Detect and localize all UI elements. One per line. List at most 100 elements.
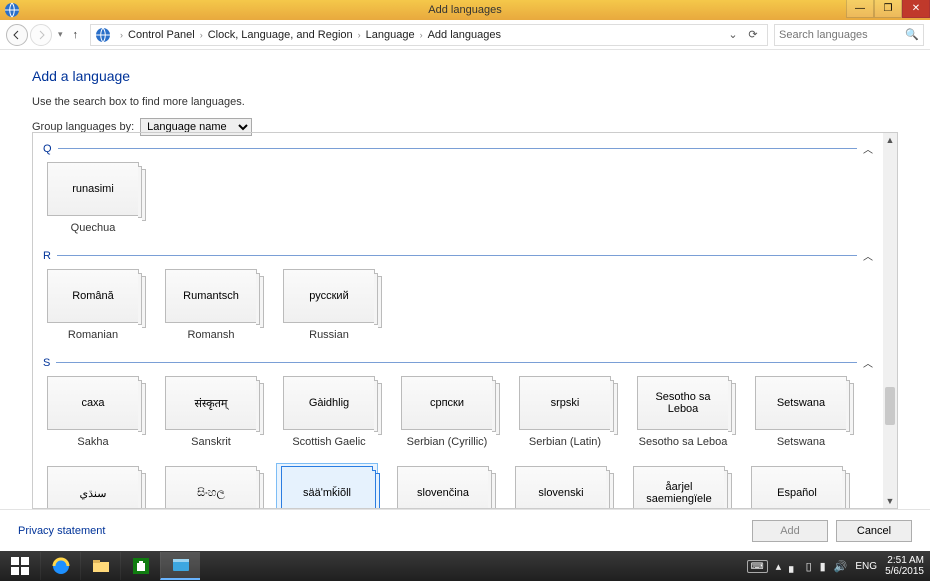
language-english: Scottish Gaelic xyxy=(292,436,365,448)
language-tile[interactable]: runasimi Quechua xyxy=(43,162,143,234)
language-tile[interactable]: Sesotho sa Leboa Sesotho sa Leboa xyxy=(633,376,733,448)
language-native: سنڌي xyxy=(47,466,139,509)
forward-button[interactable] xyxy=(30,24,52,46)
language-native: русский xyxy=(283,269,375,323)
up-button[interactable]: ↑ xyxy=(71,29,81,41)
refresh-button[interactable]: ⟳ xyxy=(743,28,763,41)
system-tray[interactable]: ⌨ ▴ ▖ ▯ ▮ 🔊 ENG 2:51 AM 5/6/2015 xyxy=(747,555,930,577)
language-tile[interactable]: sääʹmǩiõllSkolt Sami xyxy=(277,464,377,509)
language-native: српски xyxy=(401,376,493,430)
language-native: संस्कृतम् xyxy=(165,376,257,430)
recent-dropdown-icon[interactable]: ▾ xyxy=(58,29,63,40)
section-header[interactable]: R︿ xyxy=(43,248,873,263)
crumb-control-panel[interactable]: Control Panel xyxy=(128,29,195,41)
language-tile[interactable]: српски Serbian (Cyrillic) xyxy=(397,376,497,448)
section-letter: R xyxy=(43,250,51,262)
language-native: slovenčina xyxy=(397,466,489,509)
language-native: sääʹmǩiõll xyxy=(281,466,373,509)
language-tile[interactable]: Gàidhlig Scottish Gaelic xyxy=(279,376,379,448)
page-title: Add a language xyxy=(32,68,898,84)
tray-up-icon[interactable]: ▴ xyxy=(776,560,782,573)
osk-icon[interactable]: ⌨ xyxy=(747,560,768,573)
crumb-region[interactable]: Clock, Language, and Region xyxy=(208,29,353,41)
taskbar-store[interactable] xyxy=(120,552,160,580)
language-tile[interactable]: slovenskiSlovenian xyxy=(511,466,611,509)
window-titlebar: Add languages — ❐ ✕ xyxy=(0,0,930,20)
language-english: Quechua xyxy=(71,222,116,234)
language-tile[interactable]: Română Romanian xyxy=(43,269,143,341)
section-header[interactable]: Q︿ xyxy=(43,141,873,156)
app-icon xyxy=(4,2,20,18)
taskbar[interactable]: ⌨ ▴ ▖ ▯ ▮ 🔊 ENG 2:51 AM 5/6/2015 xyxy=(0,551,930,581)
language-tile[interactable]: سنڌيSindhi (Arabic) xyxy=(43,466,143,509)
search-input[interactable] xyxy=(779,29,905,41)
control-panel-icon xyxy=(95,27,111,43)
language-tile[interactable]: SetswanaSetswana xyxy=(751,376,851,448)
section-letter: Q xyxy=(43,143,52,155)
language-english: Serbian (Cyrillic) xyxy=(407,436,488,448)
crumb-language[interactable]: Language xyxy=(366,29,415,41)
cancel-button[interactable]: Cancel xyxy=(836,520,912,542)
language-native: slovenski xyxy=(515,466,607,509)
address-dropdown-icon[interactable]: ⌄ xyxy=(723,28,743,41)
flag-icon[interactable]: ▖ xyxy=(789,560,797,573)
language-tile[interactable]: åarjel saemiengïeleSouthern Sami xyxy=(629,466,729,509)
language-native: Español xyxy=(751,466,843,509)
navigation-bar: ▾ ↑ › Control Panel › Clock, Language, a… xyxy=(0,20,930,50)
collapse-icon[interactable]: ︿ xyxy=(863,355,873,370)
close-button[interactable]: ✕ xyxy=(902,0,930,18)
language-tile[interactable]: සිංහලSinhala xyxy=(161,466,261,509)
privacy-link[interactable]: Privacy statement xyxy=(18,525,105,537)
add-button[interactable]: Add xyxy=(752,520,828,542)
language-english: Sakha xyxy=(77,436,108,448)
language-native: Rumantsch xyxy=(165,269,257,323)
footer-bar: Privacy statement Add Cancel xyxy=(0,509,930,551)
scroll-up-icon[interactable]: ▲ xyxy=(883,133,897,147)
collapse-icon[interactable]: ︿ xyxy=(863,248,873,263)
minimize-button[interactable]: — xyxy=(846,0,874,18)
taskbar-explorer[interactable] xyxy=(80,552,120,580)
language-native: Gàidhlig xyxy=(283,376,375,430)
language-english: Sanskrit xyxy=(191,436,231,448)
scroll-down-icon[interactable]: ▼ xyxy=(883,494,897,508)
language-tile[interactable]: Rumantsch Romansh xyxy=(161,269,261,341)
language-native: runasimi xyxy=(47,162,139,216)
language-tile[interactable]: русскийRussian xyxy=(279,269,379,341)
language-native: සිංහල xyxy=(165,466,257,509)
language-native: саха xyxy=(47,376,139,430)
network-icon[interactable]: ▮ xyxy=(820,560,826,573)
language-list-panel: Q︿runasimiQuechuaR︿RomânăRomanianRumants… xyxy=(32,132,898,509)
language-english: Romansh xyxy=(187,329,234,341)
language-tile[interactable]: srpski Serbian (Latin) xyxy=(515,376,615,448)
language-english: Sesotho sa Leboa xyxy=(639,436,728,448)
start-button[interactable] xyxy=(0,551,40,581)
tray-lang[interactable]: ENG xyxy=(855,561,877,572)
search-icon[interactable]: 🔍 xyxy=(905,28,919,41)
language-native: Sesotho sa Leboa xyxy=(637,376,729,430)
back-button[interactable] xyxy=(6,24,28,46)
scrollbar[interactable]: ▲ ▼ xyxy=(883,133,897,508)
battery-icon[interactable]: ▯ xyxy=(806,560,812,573)
breadcrumb[interactable]: › Control Panel › Clock, Language, and R… xyxy=(90,24,768,46)
language-english: Serbian (Latin) xyxy=(529,436,601,448)
scroll-thumb[interactable] xyxy=(885,387,895,425)
volume-icon[interactable]: 🔊 xyxy=(834,560,848,573)
language-native: åarjel saemiengïele xyxy=(633,466,725,509)
tray-clock[interactable]: 2:51 AM 5/6/2015 xyxy=(885,555,924,577)
language-tile[interactable]: slovenčinaSlovak xyxy=(393,466,493,509)
maximize-button[interactable]: ❐ xyxy=(874,0,902,18)
language-tile[interactable]: संस्कृतम् Sanskrit xyxy=(161,376,261,448)
search-box[interactable]: 🔍 xyxy=(774,24,924,46)
language-tile[interactable]: саха Sakha xyxy=(43,376,143,448)
language-native: Română xyxy=(47,269,139,323)
taskbar-ie[interactable] xyxy=(40,552,80,580)
language-english: Romanian xyxy=(68,329,118,341)
section-header[interactable]: S︿ xyxy=(43,355,873,370)
language-native: srpski xyxy=(519,376,611,430)
language-english: Setswana xyxy=(777,436,825,448)
collapse-icon[interactable]: ︿ xyxy=(863,141,873,156)
crumb-add-languages[interactable]: Add languages xyxy=(428,29,501,41)
taskbar-control-panel[interactable] xyxy=(160,552,200,580)
language-tile[interactable]: EspañolSpanish xyxy=(747,466,847,509)
section-letter: S xyxy=(43,357,50,369)
